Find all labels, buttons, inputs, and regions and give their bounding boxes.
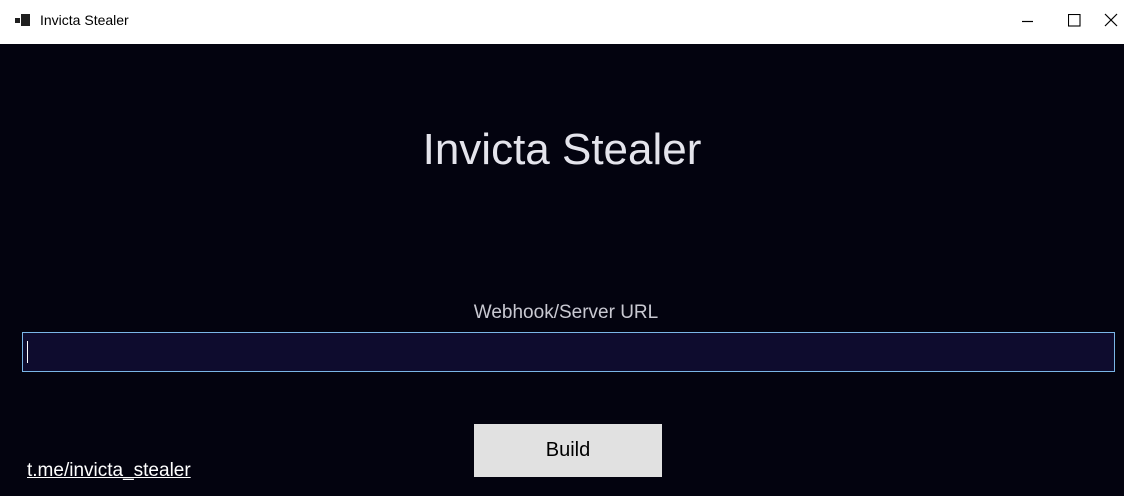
title-bar[interactable]: Invicta Stealer [0,0,1124,44]
telegram-link[interactable]: t.me/invicta_stealer [27,459,191,483]
app-window-icon [15,12,31,28]
webhook-url-label: Webhook/Server URL [473,302,659,323]
minimize-button[interactable] [1005,0,1051,40]
window-title: Invicta Stealer [40,12,129,28]
app-window: Invicta Stealer Invicta Stealer Webhook/… [0,0,1124,496]
app-heading: Invicta Stealer [422,125,702,174]
build-button[interactable]: Build [474,424,662,477]
minimize-icon [1022,14,1034,26]
maximize-icon [1067,13,1081,27]
maximize-button[interactable] [1051,0,1097,40]
webhook-url-input[interactable] [22,332,1115,372]
close-button[interactable] [1097,0,1124,40]
text-caret [27,341,28,363]
close-icon [1104,13,1118,27]
main-panel: Invicta Stealer Webhook/Server URL Build… [0,44,1124,496]
